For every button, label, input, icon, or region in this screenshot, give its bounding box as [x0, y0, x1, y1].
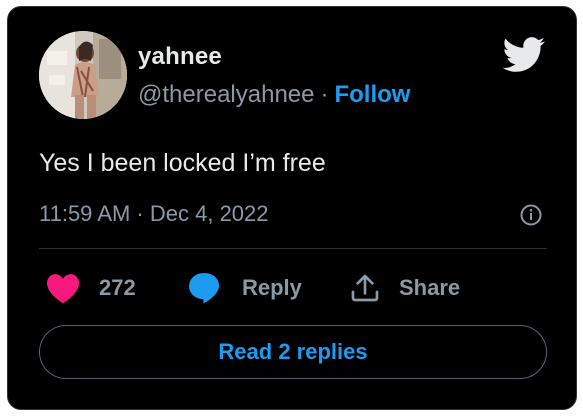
read-replies-button[interactable]: Read 2 replies	[39, 325, 547, 379]
speech-bubble-icon	[189, 273, 220, 304]
reply-label: Reply	[242, 275, 302, 300]
avatar[interactable]	[39, 31, 127, 119]
like-count: 272	[99, 275, 136, 300]
like-button[interactable]: 272	[45, 270, 136, 306]
separator-dot: ·	[320, 81, 329, 108]
tweet-card: yahnee @therealyahnee · Follow Yes I been …	[7, 6, 577, 410]
twitter-bird-icon[interactable]	[502, 37, 546, 73]
author-handle[interactable]: @therealyahnee	[138, 81, 314, 108]
avatar-photo	[39, 31, 127, 119]
tweet-timestamp[interactable]: 11:59 AM · Dec 4, 2022	[39, 201, 269, 227]
follow-button[interactable]: Follow	[334, 81, 410, 108]
share-button[interactable]: Share	[349, 270, 460, 306]
share-label: Share	[399, 275, 461, 300]
author-name[interactable]: yahnee	[138, 43, 222, 71]
reply-button[interactable]: Reply	[186, 270, 302, 306]
author-handle-row: @therealyahnee · Follow	[138, 81, 410, 109]
tweet-text: Yes I been locked I’m free	[39, 149, 326, 177]
info-icon[interactable]	[519, 203, 543, 227]
heart-icon	[47, 274, 79, 304]
divider	[39, 248, 547, 249]
share-upload-icon	[351, 274, 379, 302]
